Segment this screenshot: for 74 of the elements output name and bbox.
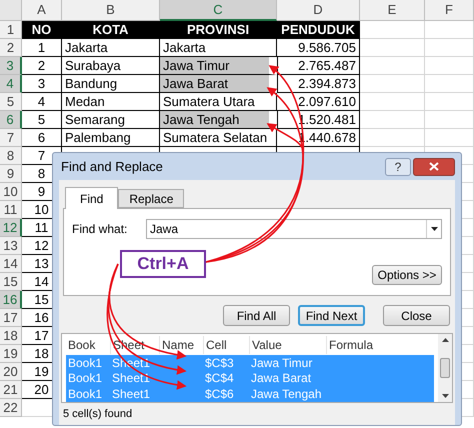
table-cell: 1 bbox=[22, 39, 62, 57]
row-header[interactable]: 2 bbox=[0, 39, 22, 57]
tab[interactable]: Find bbox=[65, 187, 118, 209]
table-cell: Jawa Barat bbox=[160, 75, 277, 93]
table-cell: 2 bbox=[22, 57, 62, 75]
column-header[interactable]: E bbox=[360, 0, 425, 21]
table-cell: 4 bbox=[22, 93, 62, 111]
table-cell: Jawa Tengah bbox=[160, 111, 277, 129]
row-header[interactable]: 4 bbox=[0, 75, 22, 93]
column-header[interactable]: B bbox=[62, 0, 160, 21]
row-header[interactable]: 20 bbox=[0, 363, 22, 381]
field-label: Find what: bbox=[72, 221, 128, 238]
close-icon bbox=[429, 162, 439, 171]
row-header[interactable]: 8 bbox=[0, 147, 22, 165]
close-button[interactable] bbox=[413, 158, 455, 176]
table-cell: Medan bbox=[62, 93, 160, 111]
column-heading: PENDUDUK bbox=[277, 21, 360, 39]
scrollbar[interactable] bbox=[438, 334, 452, 402]
row-header[interactable]: 13 bbox=[0, 237, 22, 255]
table-cell: Palembang bbox=[62, 129, 160, 147]
dialog-button[interactable]: Close bbox=[383, 305, 450, 326]
row-header[interactable]: 12 bbox=[0, 219, 22, 237]
field-value: Jawa bbox=[150, 221, 180, 238]
column-heading: NO bbox=[22, 21, 62, 39]
table-cell: Sumatera Selatan bbox=[160, 129, 277, 147]
column-header[interactable]: F bbox=[425, 0, 474, 21]
shortcut-callout: Ctrl+A bbox=[120, 250, 206, 278]
scroll-down-icon[interactable] bbox=[442, 394, 448, 398]
scroll-thumb[interactable] bbox=[440, 358, 450, 378]
row-header[interactable]: 16 bbox=[0, 291, 22, 309]
column-header[interactable]: D bbox=[277, 0, 360, 21]
column-heading: KOTA bbox=[62, 21, 160, 39]
options-button[interactable]: Options >> bbox=[372, 265, 442, 285]
status-text: 5 cell(s) found bbox=[63, 407, 134, 422]
dialog-title: Find and Replace bbox=[61, 158, 164, 176]
row-header[interactable]: 3 bbox=[0, 57, 22, 75]
row-header[interactable]: 18 bbox=[0, 327, 22, 345]
column-heading: PROVINSI bbox=[160, 21, 277, 39]
table-cell: 6 bbox=[22, 129, 62, 147]
row-header[interactable]: 15 bbox=[0, 273, 22, 291]
row-header[interactable]: 6 bbox=[0, 111, 22, 129]
scroll-up-icon[interactable] bbox=[442, 338, 448, 342]
row-header[interactable]: 22 bbox=[0, 399, 22, 417]
table-cell: 2.765.487 bbox=[277, 57, 360, 75]
table-cell: 9.586.705 bbox=[277, 39, 360, 57]
row-header[interactable]: 7 bbox=[0, 129, 22, 147]
dialog-button[interactable]: Find Next bbox=[298, 305, 365, 326]
dialog-button[interactable]: Find All bbox=[223, 305, 290, 326]
row-header[interactable]: 5 bbox=[0, 93, 22, 111]
column-header[interactable]: Book bbox=[66, 336, 110, 354]
table-cell: 2.097.610 bbox=[277, 93, 360, 111]
column-header[interactable]: A bbox=[22, 0, 62, 21]
column-header[interactable]: Formula bbox=[326, 336, 386, 354]
tab[interactable]: Replace bbox=[118, 189, 184, 208]
dropdown-arrow-icon[interactable] bbox=[426, 220, 441, 238]
row-header[interactable]: 19 bbox=[0, 345, 22, 363]
table-cell: 3 bbox=[22, 75, 62, 93]
search-field[interactable]: Jawa bbox=[146, 219, 442, 239]
column-header[interactable]: Value bbox=[249, 336, 326, 354]
help-button[interactable]: ? bbox=[385, 158, 411, 176]
row-header[interactable]: 10 bbox=[0, 183, 22, 201]
row-header[interactable]: 1 bbox=[0, 21, 22, 39]
row-header[interactable]: 21 bbox=[0, 381, 22, 399]
column-header[interactable]: Cell bbox=[203, 336, 249, 354]
table-cell: Jawa Timur bbox=[160, 57, 277, 75]
column-header[interactable]: C bbox=[160, 0, 277, 21]
row-header[interactable]: 17 bbox=[0, 309, 22, 327]
row-header[interactable]: 14 bbox=[0, 255, 22, 273]
table-cell: Jakarta bbox=[62, 39, 160, 57]
row-header[interactable]: 11 bbox=[0, 201, 22, 219]
column-header[interactable]: Name bbox=[159, 336, 203, 354]
table-cell: 2.394.873 bbox=[277, 75, 360, 93]
table-cell: 5 bbox=[22, 111, 62, 129]
row-header[interactable]: 9 bbox=[0, 165, 22, 183]
